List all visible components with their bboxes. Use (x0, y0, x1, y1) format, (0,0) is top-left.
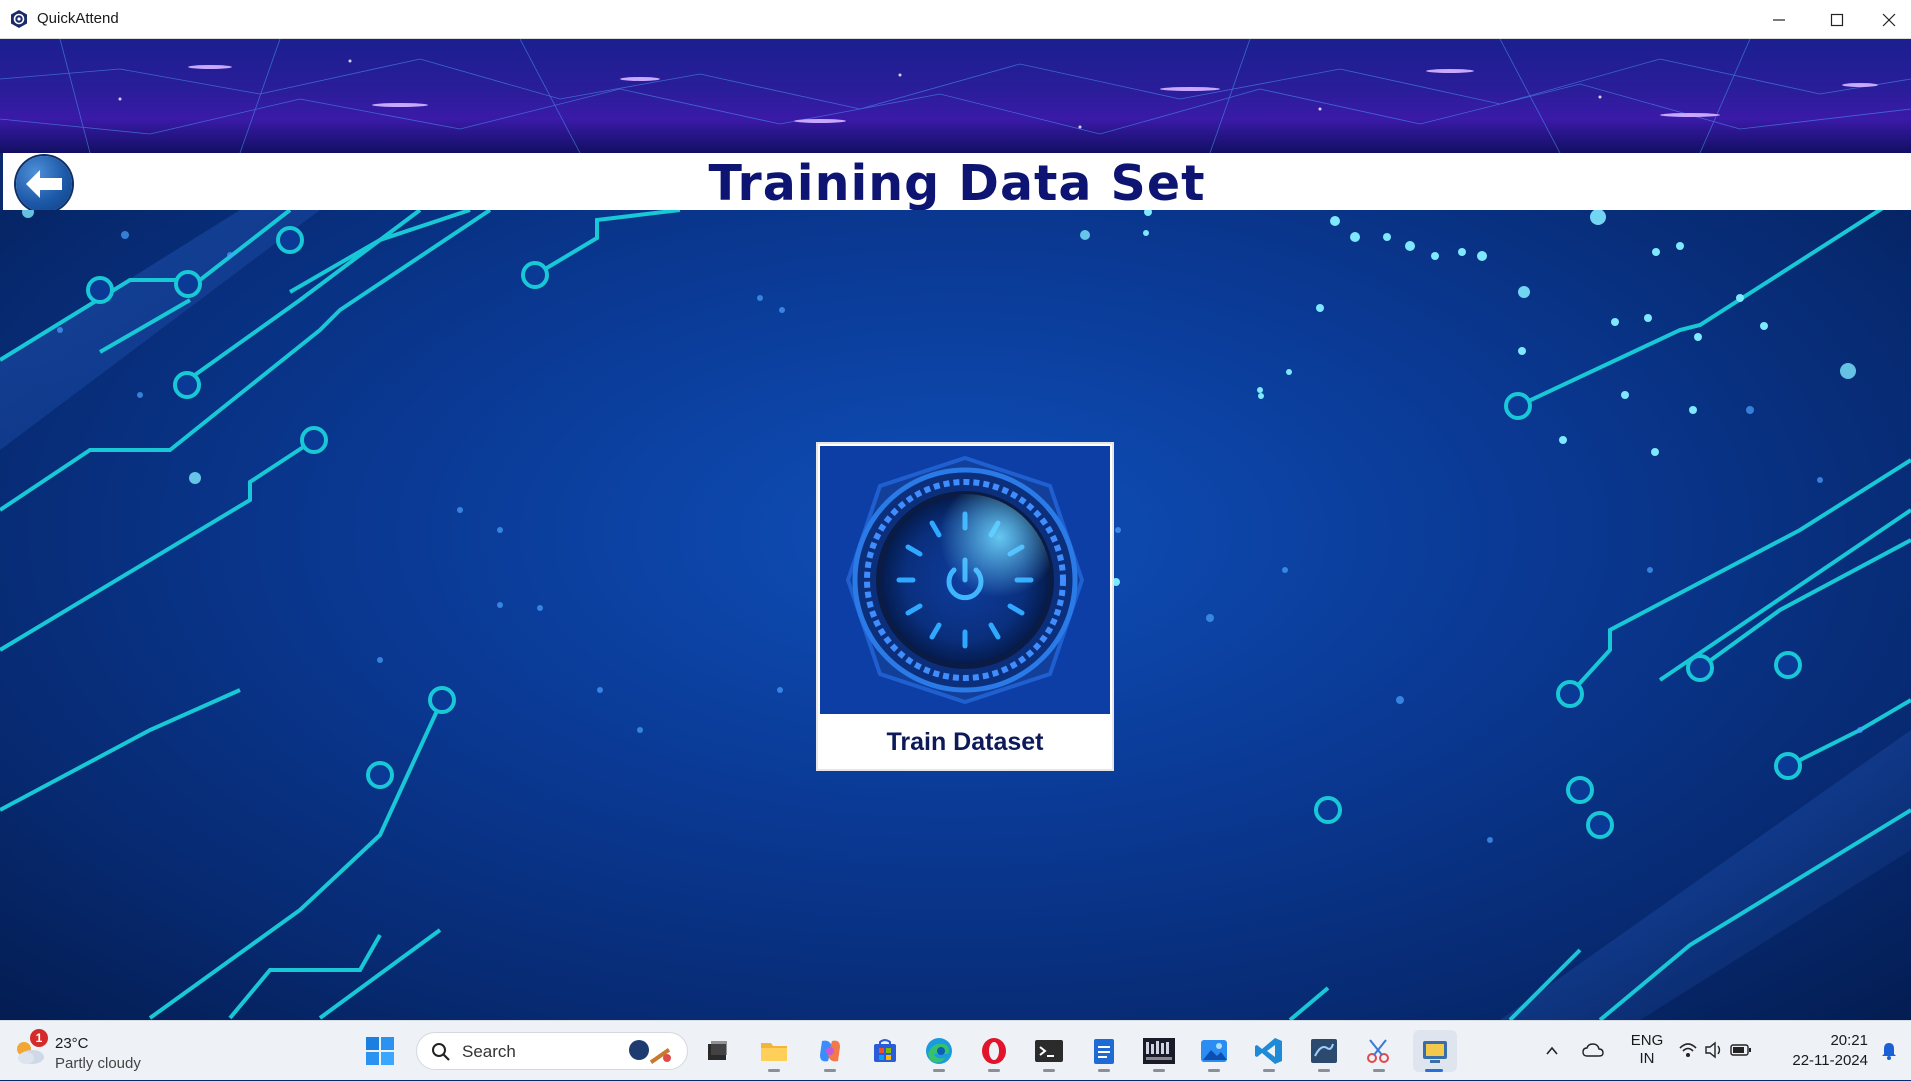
vscode-button[interactable] (1248, 1030, 1290, 1072)
battery-icon[interactable] (1730, 1043, 1752, 1057)
clock-date: 22-11-2024 (1792, 1052, 1868, 1069)
train-dataset-label: Train Dataset (886, 728, 1044, 756)
hexagon-logo-icon (9, 9, 29, 29)
close-button[interactable] (1866, 0, 1911, 39)
running-indicator (988, 1069, 1000, 1072)
notification-badge: 1 (30, 1029, 48, 1047)
weather-widget[interactable]: 1 23°C Partly cloudy (12, 1029, 152, 1073)
taskbar: 1 23°C Partly cloudy Search ENG IN 20:21… (0, 1020, 1911, 1080)
photos-icon (1201, 1040, 1227, 1062)
edge-icon (926, 1038, 952, 1064)
microsoft-store-icon (874, 1039, 896, 1062)
language-code: ENG (1630, 1032, 1664, 1049)
media-app-icon (1143, 1038, 1175, 1064)
notepad-button[interactable] (1083, 1030, 1125, 1072)
running-indicator (1098, 1069, 1110, 1072)
running-indicator (1318, 1069, 1330, 1072)
snipping-tool-button[interactable] (1358, 1030, 1400, 1072)
opera-icon (982, 1038, 1006, 1064)
running-indicator (1208, 1069, 1220, 1072)
mysql-workbench-button[interactable] (1303, 1030, 1345, 1072)
wifi-icon[interactable] (1678, 1041, 1698, 1059)
running-indicator (933, 1069, 945, 1072)
weather-temperature: 23°C (55, 1035, 89, 1052)
start-icon (366, 1037, 394, 1065)
maximize-button[interactable] (1808, 0, 1866, 39)
running-indicator (824, 1069, 836, 1072)
start-button[interactable] (364, 1035, 396, 1067)
running-indicator (1263, 1069, 1275, 1072)
notification-bell-icon[interactable] (1880, 1041, 1898, 1061)
snipping-tool-icon (1367, 1039, 1389, 1063)
chevron-up-icon[interactable] (1544, 1043, 1560, 1059)
search-placeholder: Search (462, 1042, 516, 1061)
page-header: Training Data Set (3, 153, 1911, 212)
power-button-icon (820, 446, 1110, 714)
opera-button[interactable] (973, 1030, 1015, 1072)
page-title: Training Data Set (708, 155, 1206, 212)
running-indicator (1043, 1069, 1055, 1072)
search-box[interactable]: Search (416, 1032, 688, 1070)
maximize-icon (1830, 13, 1844, 26)
photos-button[interactable] (1193, 1030, 1235, 1072)
active-indicator (1425, 1069, 1443, 1072)
terminal-button[interactable] (1028, 1030, 1070, 1072)
window-titlebar: QuickAttend (0, 0, 1911, 39)
terminal-icon (1035, 1040, 1063, 1062)
main-area: Train Dataset (0, 210, 1911, 1020)
minimize-icon (1773, 18, 1785, 21)
search-highlight-icon (623, 1036, 679, 1066)
onedrive-cloud-icon[interactable] (1582, 1042, 1604, 1058)
copilot-button[interactable] (809, 1030, 851, 1072)
running-indicator (1373, 1069, 1385, 1072)
python-app-icon (1423, 1041, 1447, 1063)
edge-button[interactable] (918, 1030, 960, 1072)
notepad-icon (1094, 1039, 1114, 1064)
copilot-icon (820, 1040, 840, 1062)
task-view-button[interactable] (696, 1030, 738, 1072)
region-code: IN (1639, 1050, 1655, 1067)
clock-time: 20:21 (1830, 1032, 1868, 1049)
close-icon (1882, 13, 1895, 26)
running-indicator (768, 1069, 780, 1072)
task-view-icon (708, 1041, 727, 1060)
train-dataset-button[interactable]: Train Dataset (816, 442, 1114, 771)
weather-condition: Partly cloudy (55, 1055, 141, 1072)
window-title: QuickAttend (37, 10, 119, 27)
file-explorer-icon (761, 1043, 787, 1061)
microsoft-store-button[interactable] (864, 1030, 906, 1072)
network-banner-image (0, 39, 1911, 153)
mysql-workbench-icon (1311, 1039, 1337, 1063)
running-indicator (1153, 1069, 1165, 1072)
search-icon (432, 1043, 450, 1061)
volume-icon[interactable] (1704, 1041, 1724, 1059)
python-app-button[interactable] (1413, 1030, 1457, 1072)
clock[interactable]: 20:21 22-11-2024 (1768, 1031, 1868, 1071)
minimize-button[interactable] (1750, 0, 1808, 39)
language-indicator[interactable]: ENG IN (1626, 1032, 1668, 1068)
media-app-button[interactable] (1138, 1030, 1180, 1072)
vscode-icon (1255, 1038, 1282, 1064)
file-explorer-button[interactable] (753, 1030, 795, 1072)
system-tray: ENG IN 20:21 22-11-2024 (1540, 1021, 1911, 1081)
